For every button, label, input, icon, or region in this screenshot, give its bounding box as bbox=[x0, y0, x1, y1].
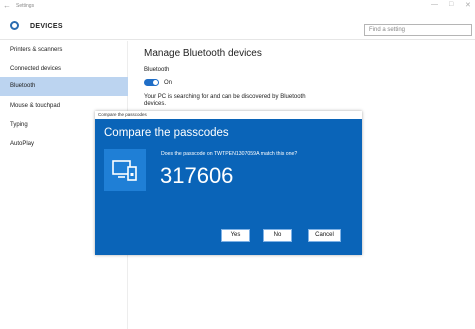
sidebar-item-label: Printers & scanners bbox=[10, 47, 63, 53]
search-input[interactable]: Find a setting bbox=[364, 24, 472, 36]
dialog-title: Compare the passcodes bbox=[98, 112, 147, 117]
bluetooth-label: Bluetooth bbox=[144, 67, 170, 73]
toggle-state-label: On bbox=[164, 80, 173, 86]
window-title: Settings bbox=[16, 3, 35, 9]
sidebar-item-label: Typing bbox=[10, 122, 28, 128]
section-heading: Manage Bluetooth devices bbox=[144, 48, 262, 59]
compare-passcodes-dialog: Compare the passcodes Compare the passco… bbox=[95, 111, 362, 255]
minimize-icon[interactable]: — bbox=[431, 1, 438, 8]
devices-icon bbox=[104, 149, 146, 191]
passcode-question: Does the passcode on TWTPEN1307059A matc… bbox=[161, 151, 298, 157]
sidebar-item-label: Mouse & touchpad bbox=[10, 103, 61, 109]
sidebar-item-label: AutoPlay bbox=[10, 141, 35, 147]
no-button[interactable]: No bbox=[263, 229, 292, 242]
gear-icon bbox=[10, 21, 19, 30]
yes-button[interactable]: Yes bbox=[221, 229, 250, 242]
sidebar-item-bluetooth[interactable]: Bluetooth bbox=[0, 77, 128, 96]
back-arrow-icon[interactable]: ← bbox=[3, 1, 11, 10]
dialog-titlebar: Compare the passcodes bbox=[95, 111, 362, 119]
passcode-value: 317606 bbox=[160, 163, 234, 188]
window-titlebar: ← Settings — □ ✕ bbox=[0, 0, 475, 14]
page-header: DEVICES Find a setting bbox=[0, 14, 475, 40]
sidebar-item-label: Connected devices bbox=[10, 66, 62, 72]
page-title: DEVICES bbox=[30, 23, 63, 30]
dialog-heading: Compare the passcodes bbox=[104, 127, 229, 139]
sidebar-item-label: Bluetooth bbox=[10, 83, 36, 89]
search-placeholder: Find a setting bbox=[369, 27, 406, 33]
bluetooth-toggle[interactable] bbox=[144, 79, 159, 86]
settings-window: ← Settings — □ ✕ DEVICES Find a setting … bbox=[0, 0, 475, 329]
close-icon[interactable]: ✕ bbox=[465, 1, 471, 9]
bluetooth-description: Your PC is searching for and can be disc… bbox=[144, 94, 306, 107]
sidebar-item-printers-scanners[interactable]: Printers & scanners bbox=[0, 41, 128, 60]
cancel-button[interactable]: Cancel bbox=[308, 229, 341, 242]
maximize-icon[interactable]: □ bbox=[449, 1, 453, 8]
